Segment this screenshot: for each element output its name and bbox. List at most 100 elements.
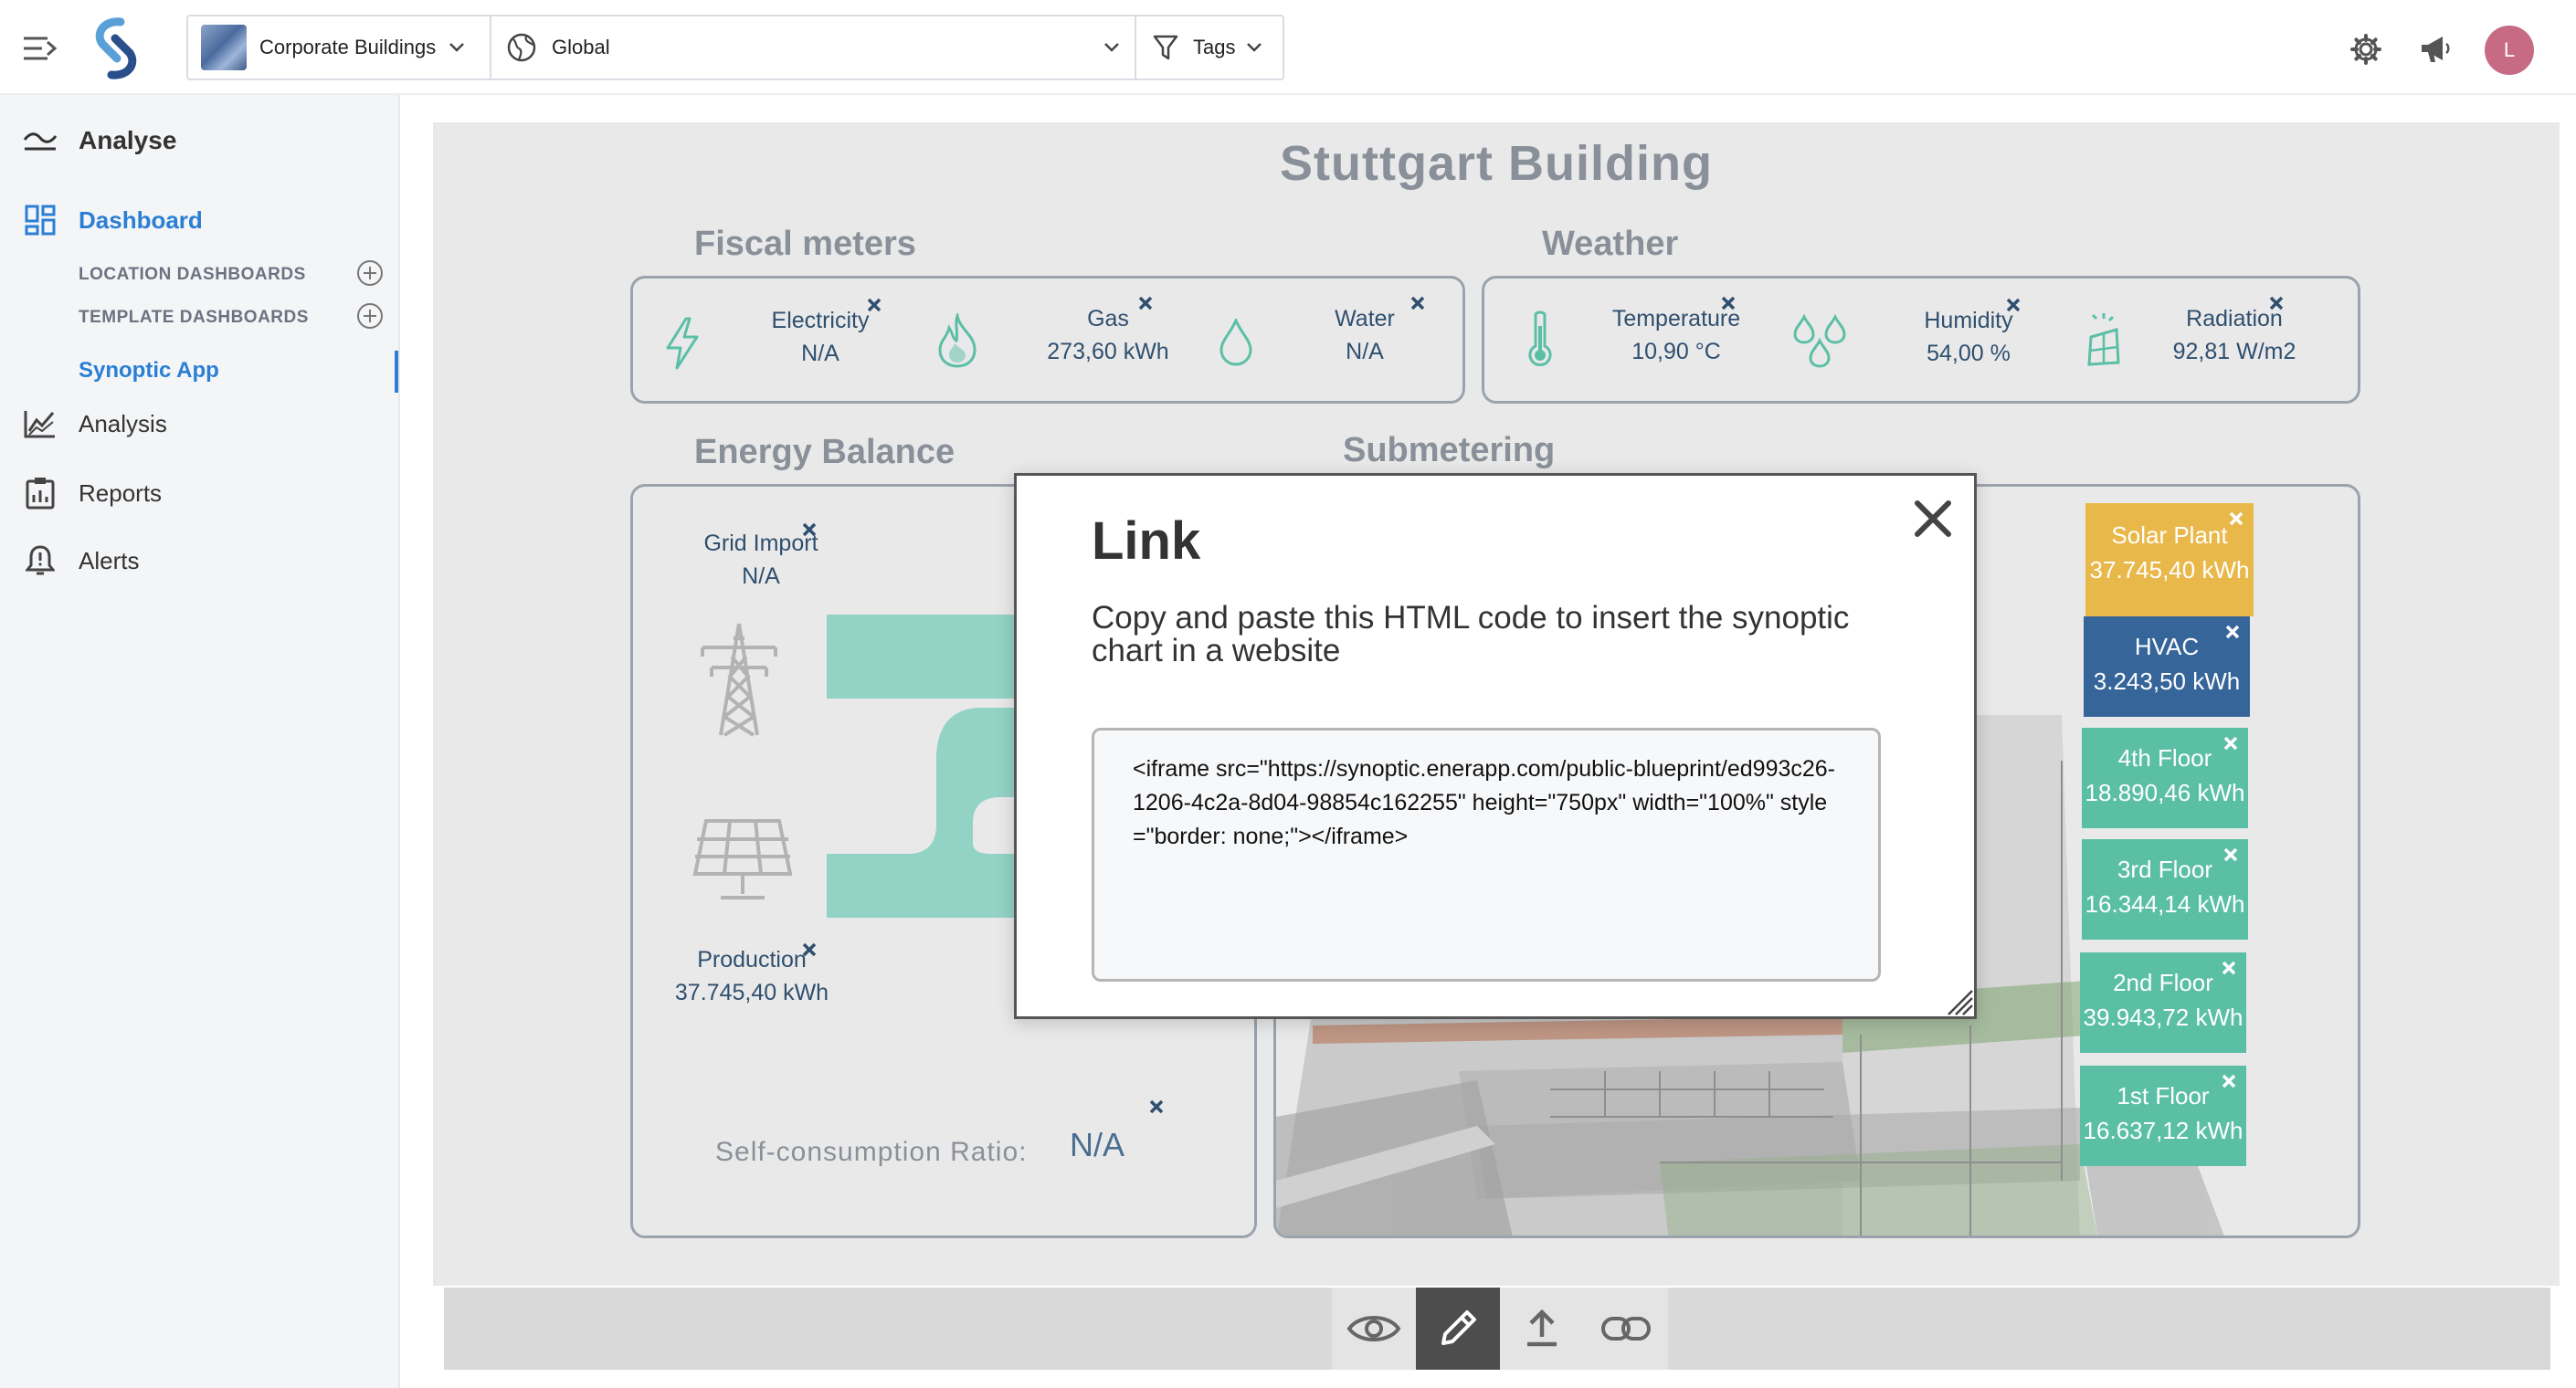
building-title: Stuttgart Building — [1280, 136, 1713, 191]
sidebar-item-synoptic-app[interactable]: Synoptic App — [79, 358, 219, 384]
water-drop-icon — [1218, 319, 1254, 366]
edit-button[interactable] — [1416, 1288, 1500, 1370]
tags-filter-label: Tags — [1193, 36, 1236, 58]
submeter-value: 37.745,40 kWh — [2089, 556, 2250, 584]
remove-grid-import-icon[interactable] — [801, 521, 818, 538]
submeter-hvac[interactable]: HVAC 3.243,50 kWh — [2084, 616, 2250, 717]
remove-radiation-icon[interactable] — [2268, 295, 2285, 311]
user-avatar[interactable]: L — [2485, 26, 2534, 75]
pencil-icon — [1441, 1310, 1476, 1345]
temperature-meter[interactable]: Temperature 10,90 °C — [1585, 302, 1768, 368]
grid-import-meter[interactable]: Grid Import N/A — [670, 527, 852, 593]
lightning-icon — [664, 317, 701, 370]
water-meter[interactable]: Water N/A — [1296, 302, 1433, 368]
sidebar-item-alerts[interactable]: Alerts — [22, 544, 139, 577]
remove-electricity-icon[interactable] — [866, 297, 882, 313]
remove-solar-plant-icon[interactable] — [2228, 510, 2244, 527]
chevron-down-icon — [1104, 43, 1119, 52]
editor-toolbar — [1332, 1288, 1668, 1370]
meter-label: Gas — [1087, 306, 1129, 331]
remove-4th-floor-icon[interactable] — [2222, 735, 2239, 752]
remove-2nd-floor-icon[interactable] — [2221, 960, 2237, 976]
electricity-meter[interactable]: Electricity N/A — [743, 304, 898, 370]
radiation-icon — [2084, 311, 2124, 368]
submeter-3rd-floor[interactable]: 3rd Floor 16.344,14 kWh — [2082, 839, 2248, 940]
sidebar-item-reports[interactable]: Reports — [22, 477, 162, 510]
location-selector[interactable]: Global — [491, 16, 1136, 79]
building-thumbnail — [201, 25, 247, 70]
submeter-1st-floor[interactable]: 1st Floor 16.637,12 kWh — [2080, 1066, 2246, 1166]
gear-icon[interactable] — [2349, 33, 2382, 66]
dashboard-icon — [22, 205, 58, 236]
sidebar-template-dashboards[interactable]: TEMPLATE DASHBOARDS — [79, 308, 309, 328]
link-button[interactable] — [1584, 1288, 1668, 1370]
radiation-meter[interactable]: Radiation 92,81 W/m2 — [2138, 302, 2330, 368]
line-chart-icon — [22, 409, 58, 438]
sidebar-location-dashboards[interactable]: LOCATION DASHBOARDS — [79, 265, 306, 285]
globe-icon — [507, 33, 536, 62]
modal-description: Copy and paste this HTML code to insert … — [1092, 600, 1850, 668]
weather-title: Weather — [1542, 225, 1679, 263]
remove-gas-icon[interactable] — [1137, 295, 1154, 311]
sidebar-item-label: Reports — [79, 478, 163, 507]
preview-button[interactable] — [1332, 1288, 1416, 1370]
close-icon[interactable] — [1912, 498, 1954, 540]
remove-production-icon[interactable] — [801, 941, 818, 958]
meter-value: 10,90 °C — [1631, 339, 1721, 364]
embed-code-textarea[interactable]: <iframe src="https://synoptic.enerapp.co… — [1092, 728, 1881, 982]
sidebar: Analyse Dashboard LOCATION DASHBOARDS TE… — [0, 95, 400, 1388]
sidebar-item-dashboard[interactable]: Dashboard — [22, 205, 203, 236]
remove-humidity-icon[interactable] — [2005, 297, 2022, 313]
filter-icon — [1153, 35, 1178, 60]
self-consumption-label: Self-consumption Ratio: — [715, 1137, 1028, 1167]
submeter-solar-plant[interactable]: Solar Plant 37.745,40 kWh — [2085, 503, 2254, 616]
menu-toggle-icon[interactable] — [22, 33, 58, 64]
bell-icon — [22, 544, 58, 577]
energy-balance-title: Energy Balance — [694, 433, 955, 471]
upload-button[interactable] — [1500, 1288, 1584, 1370]
chevron-down-icon — [1247, 43, 1262, 52]
sidebar-item-label: Analysis — [79, 409, 167, 437]
solar-panel-icon — [688, 815, 797, 907]
meter-label: Temperature — [1611, 306, 1741, 331]
sidebar-item-label: Dashboard — [79, 205, 203, 234]
humidity-meter[interactable]: Humidity 54,00 % — [1886, 304, 2051, 370]
resize-handle-icon[interactable] — [1945, 987, 1974, 1016]
submetering-title: Submetering — [1343, 431, 1556, 469]
link-icon — [1601, 1317, 1651, 1341]
add-template-dashboard-icon[interactable] — [356, 302, 384, 330]
building-selector[interactable]: Corporate Buildings — [188, 16, 491, 79]
submeter-value: 39.943,72 kWh — [2083, 1004, 2243, 1031]
sidebar-item-label: Alerts — [79, 546, 140, 574]
megaphone-icon[interactable] — [2419, 33, 2454, 66]
remove-self-consumption-icon[interactable] — [1148, 1099, 1165, 1115]
modal-title: Link — [1092, 511, 1201, 571]
sidebar-item-analyse[interactable]: Analyse — [22, 126, 176, 155]
production-meter[interactable]: Production 37.745,40 kWh — [651, 943, 852, 1009]
remove-3rd-floor-icon[interactable] — [2222, 846, 2239, 863]
sidebar-item-analysis[interactable]: Analysis — [22, 409, 167, 438]
meter-value: N/A — [801, 341, 839, 366]
remove-1st-floor-icon[interactable] — [2221, 1073, 2237, 1089]
flame-icon — [934, 313, 980, 368]
submeter-value: 3.243,50 kWh — [2093, 668, 2241, 695]
app-logo[interactable] — [84, 16, 148, 80]
power-tower-icon — [684, 620, 794, 739]
remove-water-icon[interactable] — [1409, 295, 1426, 311]
weather-panel: Temperature 10,90 °C Humidity 54,00 % Ra… — [1482, 276, 2360, 404]
gas-meter[interactable]: Gas 273,60 kWh — [1017, 302, 1199, 368]
remove-hvac-icon[interactable] — [2224, 624, 2241, 640]
submeter-value: 18.890,46 kWh — [2085, 779, 2245, 806]
submeter-4th-floor[interactable]: 4th Floor 18.890,46 kWh — [2082, 728, 2248, 828]
top-bar: Corporate Buildings Global Tags L — [0, 0, 2576, 95]
tags-filter[interactable]: Tags — [1136, 16, 1283, 79]
sidebar-item-label: Analyse — [79, 126, 177, 154]
remove-temperature-icon[interactable] — [1720, 295, 1737, 311]
add-location-dashboard-icon[interactable] — [356, 259, 384, 287]
self-consumption-value[interactable]: N/A — [1070, 1126, 1124, 1164]
editor-toolbar-strip — [444, 1288, 2550, 1370]
selector-bar: Corporate Buildings Global Tags — [186, 15, 1284, 80]
submeter-2nd-floor[interactable]: 2nd Floor 39.943,72 kWh — [2080, 952, 2246, 1053]
fiscal-meters-title: Fiscal meters — [694, 225, 916, 263]
clipboard-icon — [22, 477, 58, 510]
